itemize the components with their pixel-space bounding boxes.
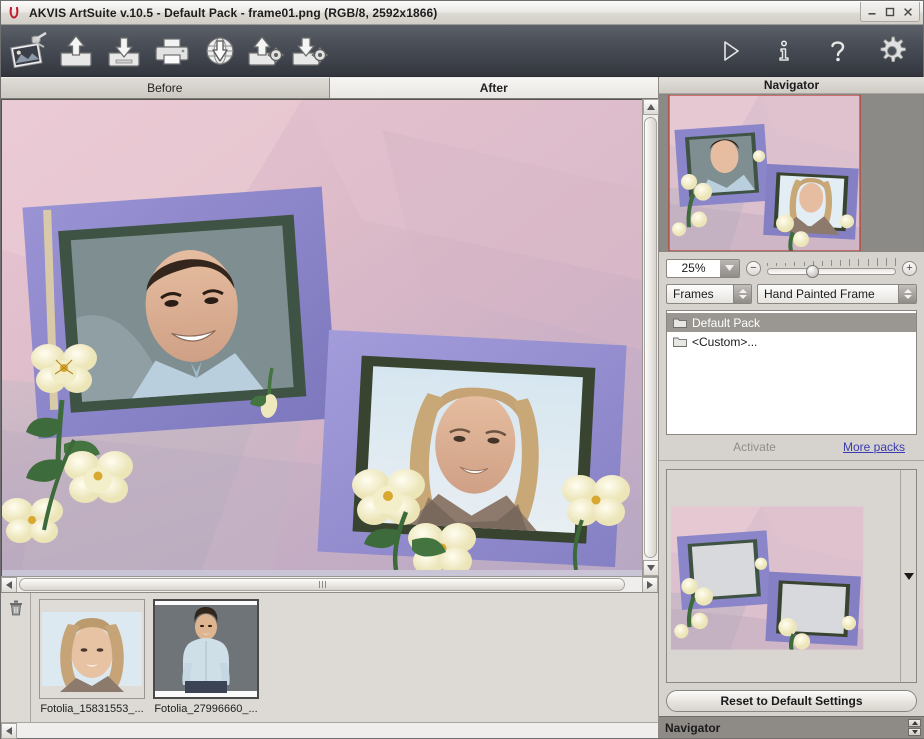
spinner-updown-icon[interactable]	[733, 285, 751, 303]
list-item-label: Fotolia_15831553_...	[40, 703, 144, 715]
tab-before[interactable]: Before	[1, 77, 330, 98]
slider-ticks	[767, 258, 896, 266]
scroll-right-icon[interactable]	[642, 577, 658, 593]
toolbar-left-group	[1, 28, 331, 74]
zoom-slider-track[interactable]	[767, 268, 896, 275]
delete-trash-icon[interactable]	[8, 599, 24, 722]
main-toolbar	[1, 25, 923, 77]
zoom-controls: 25% − +	[659, 252, 924, 280]
window-title: AKVIS ArtSuite v.10.5 - Default Pack - f…	[29, 5, 438, 20]
filmstrip-items: Fotolia_15831553_... Fotolia_27996660_..…	[31, 593, 658, 722]
save-preset-icon[interactable]	[289, 28, 331, 74]
frame-template-thumbnail	[667, 484, 900, 668]
reset-to-default-settings-button[interactable]: Reset to Default Settings	[666, 690, 917, 712]
preferences-gear-icon[interactable]	[869, 28, 915, 74]
application-window: AKVIS ArtSuite v.10.5 - Default Pack - f…	[0, 0, 924, 739]
main-area: Before After Fotolia_15831553_... Fotoli…	[1, 77, 924, 739]
help-icon[interactable]	[815, 28, 861, 74]
spinner-updown-icon[interactable]	[898, 285, 916, 303]
pack-list[interactable]: Default Pack <Custom>...	[666, 310, 917, 435]
framed-photo-composition	[2, 100, 642, 570]
canvas-vertical-scrollbar[interactable]	[642, 99, 659, 576]
print-image-icon[interactable]	[149, 28, 195, 74]
horizontal-scroll-track[interactable]	[17, 577, 642, 592]
zoom-slider[interactable]	[767, 258, 896, 278]
navigator-thumbnail-image	[660, 95, 923, 251]
activate-button[interactable]: Activate	[666, 440, 843, 454]
akvis-horseshoe-logo-icon	[5, 4, 23, 22]
more-packs-link[interactable]: More packs	[843, 440, 917, 454]
filmstrip-panel: Fotolia_15831553_... Fotolia_27996660_..…	[1, 592, 658, 739]
settings-column: Navigator 25% − + Frames Hand Painted Fr…	[659, 77, 924, 738]
scroll-up-icon[interactable]	[643, 99, 659, 115]
window-controls	[860, 2, 920, 22]
navigator-header: Navigator	[659, 77, 924, 94]
chevron-down-icon[interactable]	[720, 259, 739, 277]
status-bar-text: Navigator	[665, 720, 721, 735]
info-icon[interactable]	[761, 28, 807, 74]
publish-web-icon[interactable]	[197, 28, 243, 74]
effect-category-value: Frames	[673, 287, 714, 301]
scroll-grip-icon	[318, 581, 326, 588]
image-canvas[interactable]	[1, 99, 642, 576]
status-scroll-spinner[interactable]	[908, 719, 921, 736]
open-image-icon[interactable]	[53, 28, 99, 74]
status-bar: Navigator	[659, 716, 924, 738]
pack-actions: Activate More packs	[659, 435, 924, 461]
frame-preview-scroll[interactable]	[900, 470, 916, 682]
frame-style-combobox[interactable]: Hand Painted Frame	[757, 284, 917, 304]
zoom-level-combobox[interactable]: 25%	[666, 258, 740, 278]
maximize-icon[interactable]	[881, 3, 899, 21]
list-item[interactable]: Fotolia_27996660_...	[153, 599, 259, 716]
thumbnail-image	[40, 600, 144, 698]
load-preset-icon[interactable]	[245, 28, 287, 74]
editor-column: Before After Fotolia_15831553_... Fotoli…	[1, 77, 659, 739]
pack-list-item-label: Default Pack	[692, 315, 761, 330]
thumbnail-man[interactable]	[153, 599, 259, 699]
zoom-slider-handle[interactable]	[805, 265, 819, 278]
effect-category-combobox[interactable]: Frames	[666, 284, 752, 304]
zoom-out-button[interactable]: −	[746, 260, 761, 276]
scroll-down-icon[interactable]	[908, 728, 921, 736]
folder-icon	[673, 317, 687, 329]
save-image-icon[interactable]	[101, 28, 147, 74]
canvas-area	[1, 99, 659, 576]
minimize-icon[interactable]	[863, 3, 881, 21]
image-view-tabs: Before After	[1, 77, 658, 99]
scroll-left-icon[interactable]	[1, 577, 17, 593]
filmstrip-body: Fotolia_15831553_... Fotolia_27996660_..…	[1, 593, 658, 722]
pack-list-item-default[interactable]: Default Pack	[667, 313, 916, 332]
list-item-label: Fotolia_27996660_...	[154, 703, 258, 715]
run-icon[interactable]	[707, 28, 753, 74]
horizontal-scroll-thumb[interactable]	[19, 578, 626, 591]
filmstrip-scroll-left-icon[interactable]	[1, 723, 17, 739]
close-icon[interactable]	[899, 3, 917, 21]
filmstrip-scrollbar[interactable]	[1, 722, 658, 739]
vertical-scroll-track[interactable]	[643, 115, 658, 560]
chevron-down-icon[interactable]	[903, 569, 914, 583]
scroll-down-icon[interactable]	[643, 560, 659, 576]
title-bar: AKVIS ArtSuite v.10.5 - Default Pack - f…	[1, 1, 923, 25]
tab-after[interactable]: After	[329, 77, 658, 98]
canvas-horizontal-scrollbar[interactable]	[1, 576, 658, 593]
frame-preview-image[interactable]	[667, 470, 900, 682]
toolbar-right-group	[707, 28, 915, 74]
scroll-up-icon[interactable]	[908, 719, 921, 727]
navigator-preview[interactable]	[659, 94, 924, 252]
artsuite-logo-icon[interactable]	[5, 28, 51, 74]
folder-icon	[673, 336, 687, 348]
effect-selectors: Frames Hand Painted Frame	[659, 280, 924, 310]
filmstrip-scroll-track[interactable]	[17, 723, 658, 738]
zoom-level-value: 25%	[681, 261, 706, 275]
pack-list-item-label: <Custom>...	[692, 334, 758, 349]
thumbnail-woman[interactable]	[39, 599, 145, 699]
thumbnail-image	[155, 601, 257, 697]
pack-list-item-custom[interactable]: <Custom>...	[667, 332, 916, 351]
frame-preview-panel	[666, 469, 917, 683]
frame-style-value: Hand Painted Frame	[764, 287, 875, 301]
vertical-scroll-thumb[interactable]	[644, 117, 657, 558]
list-item[interactable]: Fotolia_15831553_...	[39, 599, 145, 716]
zoom-in-button[interactable]: +	[902, 260, 917, 276]
filmstrip-tools	[1, 593, 31, 722]
